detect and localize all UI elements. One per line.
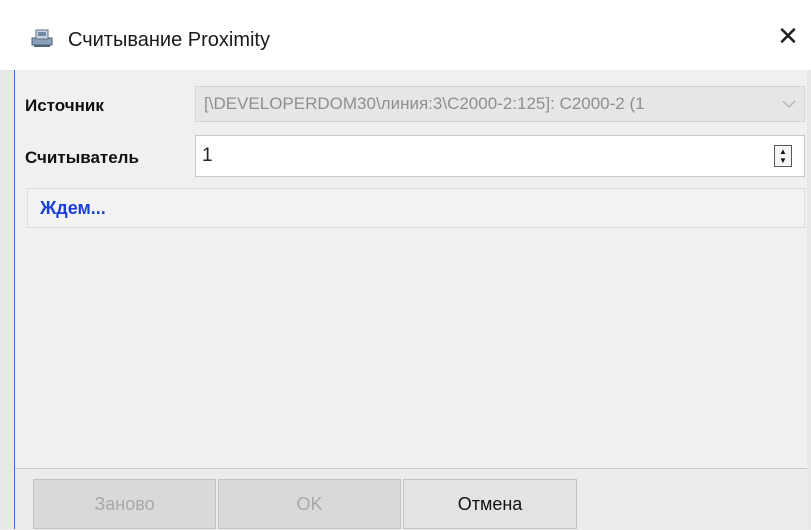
reader-value[interactable]: 1	[196, 145, 774, 167]
reader-number-input[interactable]: 1 ▲ ▼	[195, 135, 805, 177]
source-label: Источник	[25, 96, 104, 115]
source-value: [\DEVELOPERDOM30\линия:3\C2000-2:125]: C…	[204, 94, 645, 113]
spin-down-icon[interactable]: ▼	[779, 156, 787, 165]
status-text: Ждем...	[40, 197, 106, 218]
retry-button[interactable]: Заново	[33, 479, 216, 529]
reader-label: Считыватель	[25, 148, 139, 167]
source-combobox: [\DEVELOPERDOM30\линия:3\C2000-2:125]: C…	[195, 86, 805, 122]
chevron-down-icon	[774, 87, 804, 121]
window-border-right	[807, 70, 811, 529]
reader-spinner[interactable]: ▲ ▼	[774, 145, 792, 167]
device-icon	[30, 26, 54, 48]
proximity-read-dialog: Считывание Proximity ✕ Источник [\DEVELO…	[0, 0, 811, 530]
button-bar: Заново OK Отмена	[15, 468, 807, 530]
dialog-content: Источник [\DEVELOPERDOM30\линия:3\C2000-…	[15, 70, 807, 529]
title-bar: Считывание Proximity ✕	[0, 0, 811, 70]
cancel-button[interactable]: Отмена	[403, 479, 577, 529]
close-button[interactable]: ✕	[765, 14, 811, 58]
status-panel: Ждем...	[27, 188, 805, 228]
spin-up-icon[interactable]: ▲	[779, 147, 787, 156]
window-border-left	[0, 70, 15, 529]
window-title: Считывание Proximity	[68, 29, 270, 51]
ok-button[interactable]: OK	[218, 479, 401, 529]
close-icon: ✕	[777, 20, 799, 51]
